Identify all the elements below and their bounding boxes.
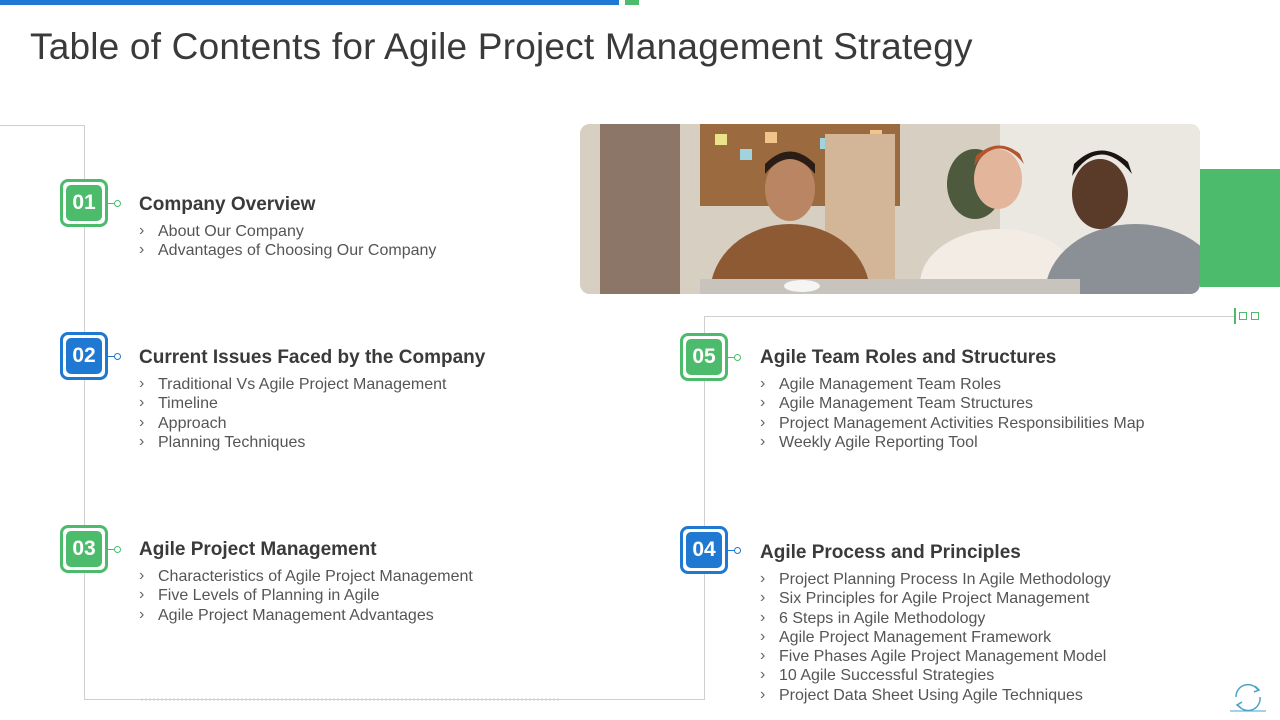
decor-square — [1251, 312, 1259, 320]
section-items: About Our Company Advantages of Choosing… — [139, 221, 436, 261]
section-number-01: 01 — [66, 185, 102, 221]
section-number-04: 04 — [686, 532, 722, 568]
section-title: Company Overview — [139, 194, 316, 215]
section-title: Agile Process and Principles — [760, 542, 1021, 563]
dotted-divider — [140, 698, 560, 701]
section-process-principles: Agile Process and Principles Project Pla… — [760, 542, 1111, 705]
list-item: Characteristics of Agile Project Managem… — [139, 566, 473, 586]
list-item: 10 Agile Successful Strategies — [760, 665, 1111, 685]
badge-connector — [728, 354, 741, 361]
list-item: Project Management Activities Responsibi… — [760, 413, 1145, 433]
section-title: Current Issues Faced by the Company — [139, 347, 486, 368]
list-item: Five Levels of Planning in Agile — [139, 585, 473, 605]
section-number-badge-03: 03 — [60, 525, 108, 573]
list-item: Approach — [139, 413, 485, 433]
list-item: Agile Project Management Advantages — [139, 605, 473, 625]
list-item: Project Planning Process In Agile Method… — [760, 569, 1111, 589]
list-item: Five Phases Agile Project Management Mod… — [760, 646, 1111, 666]
badge-connector — [728, 547, 741, 554]
section-items: Traditional Vs Agile Project Management … — [139, 374, 485, 452]
list-item: Weekly Agile Reporting Tool — [760, 432, 1145, 452]
badge-connector — [108, 353, 121, 360]
green-accent-block — [1200, 169, 1280, 287]
section-number-02: 02 — [66, 338, 102, 374]
list-item: 6 Steps in Agile Methodology — [760, 608, 1111, 628]
section-number-05: 05 — [686, 339, 722, 375]
section-team-roles: Agile Team Roles and Structures Agile Ma… — [760, 347, 1145, 452]
list-item: Advantages of Choosing Our Company — [139, 240, 436, 260]
list-item: Traditional Vs Agile Project Management — [139, 374, 485, 394]
page-title: Table of Contents for Agile Project Mana… — [30, 26, 973, 67]
frame-line-middle-top — [704, 316, 1234, 317]
list-item: Agile Management Team Structures — [760, 393, 1145, 413]
section-items: Project Planning Process In Agile Method… — [760, 569, 1111, 705]
section-current-issues: Current Issues Faced by the Company Trad… — [139, 347, 485, 452]
section-items: Agile Management Team Roles Agile Manage… — [760, 374, 1145, 452]
section-number-badge-05: 05 — [680, 333, 728, 381]
section-title: Agile Project Management — [139, 539, 377, 560]
top-accent-bar-green — [625, 0, 639, 5]
list-item: Planning Techniques — [139, 432, 485, 452]
section-number-badge-01: 01 — [60, 179, 108, 227]
list-item: About Our Company — [139, 221, 436, 241]
section-title: Agile Team Roles and Structures — [760, 347, 1057, 368]
badge-connector — [108, 546, 121, 553]
section-company-overview: Company Overview About Our Company Advan… — [139, 194, 436, 261]
badge-connector — [108, 200, 121, 207]
section-agile-project-management: Agile Project Management Characteristics… — [139, 539, 473, 625]
section-number-badge-04: 04 — [680, 526, 728, 574]
section-items: Characteristics of Agile Project Managem… — [139, 566, 473, 625]
top-accent-bar-blue — [0, 0, 619, 5]
cycle-arrows-icon — [1228, 680, 1268, 714]
frame-line-top — [0, 125, 85, 126]
list-item: Agile Project Management Framework — [760, 627, 1111, 647]
green-tick-mark — [1234, 308, 1236, 324]
section-number-03: 03 — [66, 531, 102, 567]
team-meeting-photo — [580, 124, 1200, 294]
decor-square — [1239, 312, 1247, 320]
list-item: Six Principles for Agile Project Managem… — [760, 588, 1111, 608]
list-item: Project Data Sheet Using Agile Technique… — [760, 685, 1111, 705]
section-number-badge-02: 02 — [60, 332, 108, 380]
list-item: Agile Management Team Roles — [760, 374, 1145, 394]
list-item: Timeline — [139, 393, 485, 413]
